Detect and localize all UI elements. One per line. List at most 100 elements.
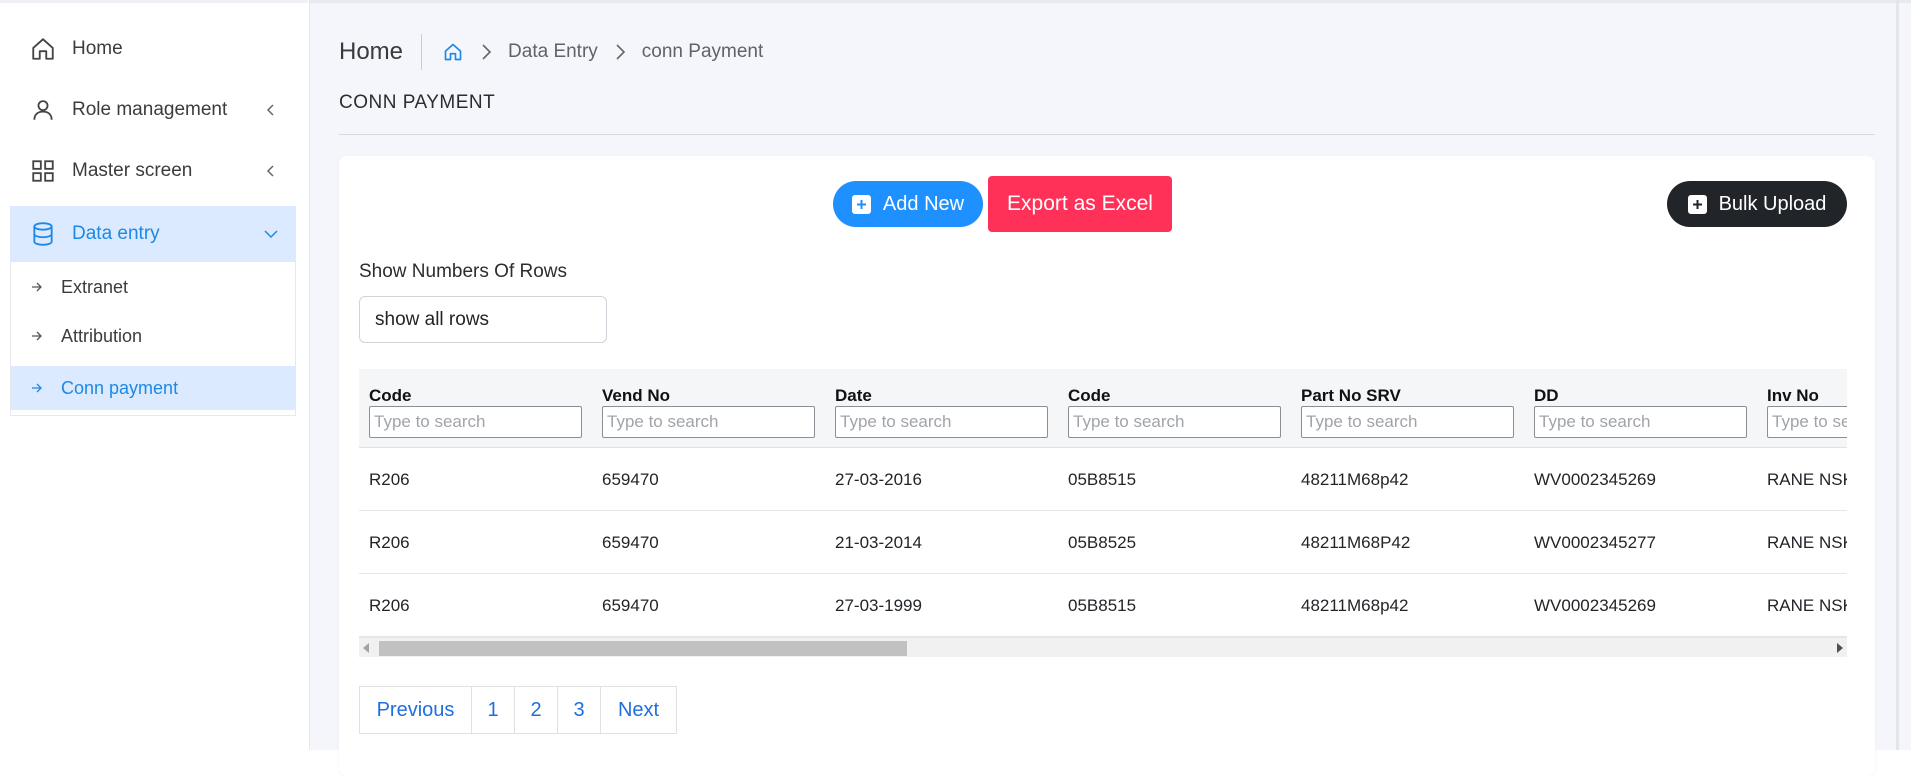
column-search-input[interactable] — [1301, 406, 1514, 438]
column-search-input[interactable] — [1767, 406, 1847, 438]
plus-square-icon — [1687, 194, 1707, 214]
table-cell: 21-03-2014 — [835, 532, 922, 552]
table-cell: 659470 — [602, 595, 659, 615]
home-icon[interactable] — [442, 41, 464, 63]
column-header: Inv No — [1757, 369, 1847, 448]
column-search-input[interactable] — [1068, 406, 1281, 438]
column-label: Code — [1068, 386, 1111, 405]
sidebar-item-master-screen[interactable]: Master screen — [10, 143, 296, 199]
plus-square-icon — [851, 194, 871, 214]
table-cell: 05B8515 — [1068, 595, 1137, 615]
table-cell: 27-03-1999 — [835, 595, 922, 615]
column-header: Vend No — [592, 369, 825, 448]
chevron-right-icon — [476, 42, 496, 62]
sidebar-item-label: Master screen — [72, 160, 193, 181]
table-cell: WV0002345269 — [1534, 595, 1656, 615]
chevron-right-icon — [610, 42, 630, 62]
column-label: DD — [1534, 386, 1559, 405]
chevron-left-icon — [264, 103, 278, 117]
scrollbar-thumb[interactable] — [379, 641, 907, 656]
sidebar-item-home[interactable]: Home — [10, 21, 296, 77]
breadcrumb-data-entry[interactable]: Data Entry — [508, 41, 598, 63]
table-cell: R206 — [369, 595, 410, 615]
table-row: R206 659470 21-03-2014 05B8525 48211M68P… — [359, 511, 1847, 574]
sidebar-item-label: Data entry — [72, 223, 160, 244]
bulk-upload-button[interactable]: Bulk Upload — [1667, 181, 1847, 227]
sidebar-item-label: Home — [72, 38, 123, 59]
sidebar-item-data-entry[interactable]: Data entry — [10, 206, 296, 262]
breadcrumb: Home Data Entry conn Payment — [339, 32, 763, 72]
add-new-label: Add New — [882, 192, 965, 215]
column-header: Part No SRV — [1291, 369, 1524, 448]
next-page-button[interactable]: Next — [600, 686, 677, 734]
table-cell: 48211M68p42 — [1301, 469, 1409, 489]
column-label: Code — [369, 386, 412, 405]
table-cell: 05B8525 — [1068, 532, 1137, 552]
sidebar-subitem-attribution[interactable]: Attribution — [11, 314, 295, 358]
scroll-right-icon[interactable] — [1837, 643, 1843, 653]
horizontal-scrollbar[interactable] — [359, 637, 1847, 657]
chevron-down-icon — [264, 227, 278, 241]
main-content: Home Data Entry conn Payment CONN PAYMEN… — [310, 0, 1911, 776]
table-cell: 48211M68P42 — [1301, 532, 1411, 552]
sidebar-subitem-label: Extranet — [61, 276, 129, 297]
table-cell: RANE NSK STEERIN — [1767, 469, 1847, 489]
table-cell: 659470 — [602, 469, 659, 489]
column-label: Part No SRV — [1301, 386, 1401, 405]
column-label: Inv No — [1767, 386, 1819, 405]
column-header: Code — [1058, 369, 1291, 448]
sidebar-item-label: Role management — [72, 99, 228, 120]
sidebar-subitem-conn-payment[interactable]: Conn payment — [11, 366, 295, 410]
sidebar-top-border — [0, 0, 308, 3]
chevron-left-icon — [264, 164, 278, 178]
table-cell: WV0002345277 — [1534, 532, 1656, 552]
table-row: R206 659470 27-03-1999 05B8515 48211M68p… — [359, 574, 1847, 637]
sidebar: Home Role management Master screen Data … — [0, 0, 310, 750]
column-search-input[interactable] — [1534, 406, 1747, 438]
export-excel-button[interactable]: Export as Excel — [988, 176, 1172, 232]
table-cell: 659470 — [602, 532, 659, 552]
table-cell: 05B8515 — [1068, 469, 1137, 489]
rows-select-label: Show Numbers Of Rows — [359, 261, 568, 282]
page-scrollbar[interactable] — [1896, 0, 1899, 750]
column-header: Date — [825, 369, 1058, 448]
pagination: Previous 1 2 3 Next — [359, 686, 677, 734]
add-new-button[interactable]: Add New — [833, 181, 983, 227]
divider — [339, 134, 1875, 135]
arrow-right-icon — [31, 382, 45, 394]
data-entry-submenu: Extranet Attribution Conn payment — [10, 262, 296, 416]
column-search-input[interactable] — [369, 406, 582, 438]
arrow-right-icon — [31, 281, 45, 293]
table-cell: R206 — [369, 469, 410, 489]
page-title: CONN PAYMENT — [339, 92, 496, 113]
table-cell: 27-03-2016 — [835, 469, 922, 489]
bulk-upload-label: Bulk Upload — [1718, 192, 1827, 215]
table-cell: R206 — [369, 532, 410, 552]
column-header: Code — [359, 369, 592, 448]
page-2-button[interactable]: 2 — [514, 686, 558, 734]
column-label: Vend No — [602, 386, 671, 405]
rows-select[interactable]: show all rows — [359, 296, 607, 343]
sidebar-subitem-label: Conn payment — [61, 377, 179, 398]
column-search-input[interactable] — [602, 406, 815, 438]
column-label: Date — [835, 386, 872, 405]
table-row: R206 659470 27-03-2016 05B8515 48211M68p… — [359, 448, 1847, 511]
user-icon — [28, 95, 58, 125]
content-card: Add New Export as Excel Bulk Upload Show… — [339, 156, 1875, 776]
home-icon — [28, 34, 58, 64]
scroll-left-icon[interactable] — [363, 643, 369, 653]
breadcrumb-title: Home — [339, 34, 423, 70]
previous-page-button[interactable]: Previous — [359, 686, 472, 734]
table-cell: RANE NSK STEERIN — [1767, 532, 1847, 552]
sidebar-subitem-extranet[interactable]: Extranet — [11, 265, 295, 309]
page-3-button[interactable]: 3 — [557, 686, 601, 734]
table-cell: RANE NSK STEERIN — [1767, 595, 1847, 615]
database-icon — [28, 219, 58, 249]
arrow-right-icon — [31, 330, 45, 342]
column-search-input[interactable] — [835, 406, 1048, 438]
breadcrumb-conn-payment: conn Payment — [641, 41, 764, 62]
table-cell: 48211M68p42 — [1301, 595, 1409, 615]
sidebar-item-role-management[interactable]: Role management — [10, 82, 296, 138]
page-1-button[interactable]: 1 — [471, 686, 515, 734]
grid-icon — [28, 156, 58, 186]
